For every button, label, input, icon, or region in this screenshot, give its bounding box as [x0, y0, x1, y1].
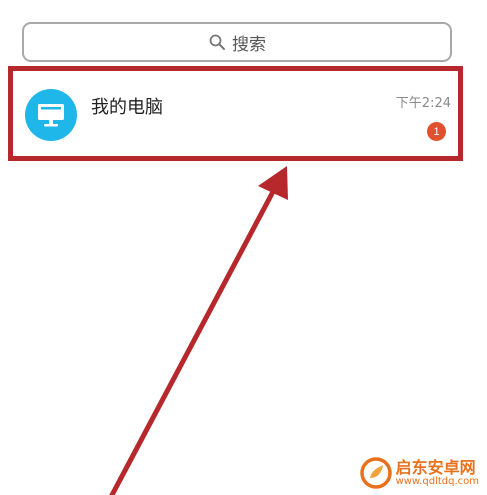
annotation-arrow [109, 166, 288, 495]
watermark-title: 启东安卓网 [395, 457, 476, 477]
watermark-url: www.qdltdq.com [395, 476, 479, 488]
watermark-logo-icon [359, 457, 392, 489]
watermark: 启东安卓网 www.qdltdq.com [359, 457, 479, 489]
